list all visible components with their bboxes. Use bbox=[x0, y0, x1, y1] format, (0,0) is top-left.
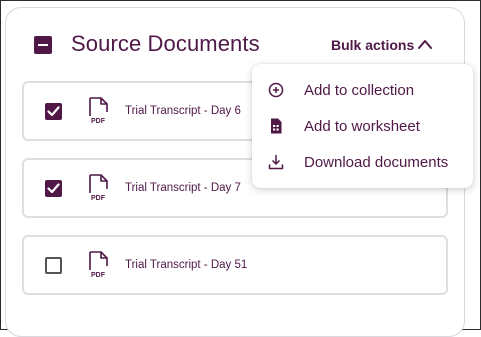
panel-title: Source Documents bbox=[71, 31, 260, 56]
menu-item-label: Add to worksheet bbox=[304, 118, 420, 135]
pdf-file-icon: PDF bbox=[89, 251, 108, 279]
menu-item-add-to-worksheet[interactable]: Add to worksheet bbox=[252, 109, 473, 145]
add-circle-icon bbox=[268, 82, 284, 98]
document-checkbox[interactable] bbox=[45, 103, 62, 120]
select-all-checkbox[interactable] bbox=[34, 36, 52, 54]
menu-item-label: Add to collection bbox=[304, 82, 415, 99]
checkmark-icon bbox=[47, 183, 60, 194]
svg-text:PDF: PDF bbox=[91, 118, 106, 125]
pdf-file-icon: PDF bbox=[89, 174, 108, 202]
chevron-up-icon[interactable] bbox=[414, 36, 436, 50]
document-checkbox[interactable] bbox=[45, 180, 62, 197]
download-icon bbox=[268, 155, 284, 170]
svg-text:PDF: PDF bbox=[91, 272, 106, 279]
checkmark-icon bbox=[47, 106, 60, 117]
bulk-actions-button[interactable]: Bulk actions bbox=[331, 37, 414, 53]
menu-item-label: Download documents bbox=[304, 154, 449, 171]
document-title[interactable]: Trial Transcript - Day 7 bbox=[125, 182, 241, 194]
document-title[interactable]: Trial Transcript - Day 6 bbox=[125, 105, 241, 117]
bulk-actions-menu: Add to collection Add to worksheet Downl… bbox=[252, 64, 473, 188]
pdf-file-icon: PDF bbox=[89, 97, 108, 125]
document-title[interactable]: Trial Transcript - Day 51 bbox=[125, 259, 247, 271]
document-row[interactable]: PDF Trial Transcript - Day 51 bbox=[22, 235, 448, 295]
menu-item-download-documents[interactable]: Download documents bbox=[252, 145, 473, 181]
worksheet-icon bbox=[271, 118, 282, 134]
document-checkbox[interactable] bbox=[45, 257, 62, 274]
menu-item-add-to-collection[interactable]: Add to collection bbox=[252, 73, 473, 109]
svg-text:PDF: PDF bbox=[91, 195, 106, 202]
